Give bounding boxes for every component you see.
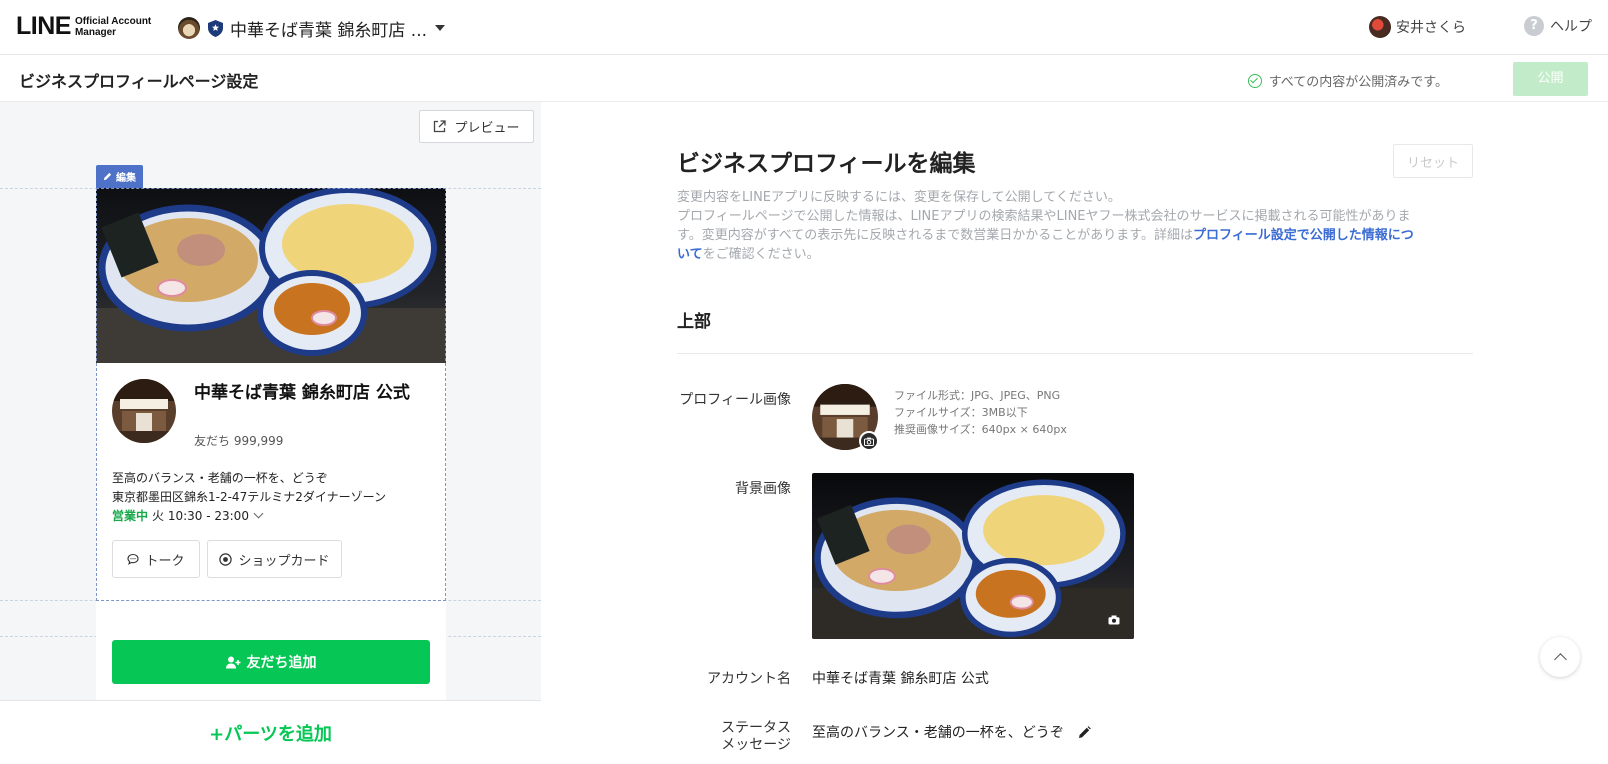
add-friend-button[interactable]: 友だち追加: [112, 640, 430, 684]
desc-tail: をご確認ください。: [702, 247, 820, 262]
reset-button[interactable]: リセット: [1393, 144, 1473, 178]
line-oam-logo[interactable]: LINE Official Account Manager: [16, 14, 151, 39]
status-message-label: ステータス メッセージ: [676, 720, 791, 754]
desc-line-2: プロフィールページで公開した情報は、LINEアプリの検索結果やLINEヤフー株式…: [677, 209, 1411, 224]
editor-title: ビジネスプロフィールを編集: [677, 151, 976, 177]
pencil-icon: [103, 172, 112, 181]
verified-shield-icon: [208, 19, 223, 37]
file-size: ファイルサイズ：3MB以下: [894, 406, 1028, 419]
preview-button[interactable]: プレビュー: [419, 110, 534, 143]
scroll-to-top-button[interactable]: [1540, 637, 1580, 677]
page-title: ビジネスプロフィールページ設定: [19, 72, 259, 91]
account-avatar: [178, 17, 200, 39]
file-format: ファイル形式：JPG、JPEG、PNG: [894, 389, 1061, 402]
edit-tag-label: 編集: [116, 173, 136, 184]
preview-label: プレビュー: [454, 121, 520, 136]
status-message-value: 至高のバランス・老舗の一杯を、どうぞ: [812, 725, 1064, 741]
desc-line-3: す。変更内容がすべての表示先に反映されるまで数営業日かかることがあります。詳細は: [677, 228, 1193, 243]
background-image-upload[interactable]: [812, 473, 1134, 639]
publish-status-text: すべての内容が公開済みです。: [1268, 75, 1448, 90]
publish-status: すべての内容が公開済みです。: [1247, 71, 1448, 90]
logo-line-text: LINE: [16, 12, 71, 40]
external-link-icon: [434, 120, 447, 133]
desc-line-1: 変更内容をLINEアプリに反映するには、変更を保存して公開してください。: [677, 190, 1121, 205]
image-requirements: ファイル形式：JPG、JPEG、PNG ファイルサイズ：3MB以下 推奨画像サイ…: [894, 387, 1067, 438]
profile-info-link-cont[interactable]: いて: [677, 247, 703, 262]
user-menu[interactable]: 安井さくら: [1369, 16, 1466, 38]
logo-sub-line-1: Official Account: [74, 15, 152, 27]
user-avatar: [1369, 16, 1391, 38]
publish-button[interactable]: 公開: [1513, 62, 1588, 96]
logo-subtitle: Official Account Manager: [75, 16, 151, 38]
status-label-line-2: メッセージ: [721, 737, 791, 753]
check-circle-icon: [1247, 73, 1262, 88]
camera-icon[interactable]: [859, 431, 879, 451]
edit-tag[interactable]: 編集: [96, 165, 143, 188]
selected-section-outline: [96, 188, 446, 601]
add-user-icon: [225, 656, 240, 668]
editor-panel: ビジネスプロフィールを編集 リセット 変更内容をLINEアプリに反映するには、変…: [541, 102, 1608, 764]
account-switcher[interactable]: 中華そば青葉 錦糸町店 ...: [178, 15, 446, 41]
account-name-label: アカウント名: [707, 671, 791, 687]
add-friend-label: 友だち追加: [246, 655, 317, 671]
help-label: ヘルプ: [1550, 19, 1592, 35]
chevron-up-icon: [1553, 653, 1567, 666]
top-header: LINE Official Account Manager 中華そば青葉 錦糸町…: [0, 0, 1608, 55]
profile-image-label: プロフィール画像: [679, 392, 791, 408]
help-icon: ?: [1524, 16, 1544, 36]
status-message-field: 至高のバランス・老舗の一杯を、どうぞ: [812, 722, 1091, 742]
help-link[interactable]: ? ヘルプ: [1524, 16, 1592, 36]
recommended-size: 推奨画像サイズ：640px × 640px: [894, 423, 1067, 436]
logo-sub-line-2: Manager: [74, 26, 117, 38]
section-title-top: 上部: [677, 312, 711, 332]
add-parts-button[interactable]: +パーツを追加: [0, 700, 541, 764]
ramen-photo: [812, 479, 1134, 639]
user-name: 安井さくら: [1396, 20, 1466, 36]
account-name: 中華そば青葉 錦糸町店 ...: [230, 20, 428, 41]
camera-icon: [1108, 615, 1120, 625]
section-divider: [677, 353, 1473, 354]
caret-down-icon: [435, 25, 446, 31]
sub-header: ビジネスプロフィールページ設定 すべての内容が公開済みです。 公開: [0, 55, 1608, 102]
background-image-label: 背景画像: [735, 481, 791, 497]
status-label-line-1: ステータス: [721, 720, 791, 736]
editor-description: 変更内容をLINEアプリに反映するには、変更を保存して公開してください。 プロフ…: [677, 188, 1472, 264]
pencil-edit-icon[interactable]: [1078, 726, 1091, 739]
preview-panel: プレビュー 編集 中華そば青葉 錦糸町店 公式 友だち 999,999 至高のバ…: [0, 102, 541, 764]
profile-info-link[interactable]: プロフィール設定で公開した情報につ: [1193, 228, 1414, 243]
account-name-value: 中華そば青葉 錦糸町店 公式: [812, 671, 989, 687]
